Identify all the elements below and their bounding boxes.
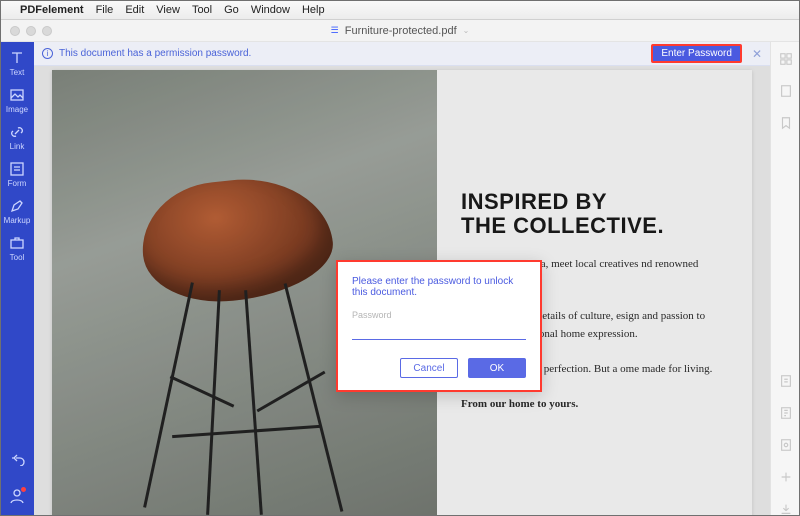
notification-dot [21, 487, 26, 492]
page-panel-icon[interactable] [779, 84, 793, 98]
document-name: Furniture-protected.pdf [345, 25, 457, 37]
tool-form-label: Form [8, 179, 27, 188]
attachment-icon[interactable] [779, 374, 793, 388]
enter-password-button[interactable]: Enter Password [651, 44, 742, 63]
app-name[interactable]: PDFelement [20, 4, 84, 16]
add-panel-icon[interactable] [779, 470, 793, 484]
toolbox-icon [9, 235, 25, 251]
link-icon [9, 124, 25, 140]
tool-link[interactable]: Link [9, 124, 25, 151]
menu-edit[interactable]: Edit [125, 4, 144, 16]
cancel-button[interactable]: Cancel [400, 358, 458, 378]
search-panel-icon[interactable] [779, 438, 793, 452]
tool-markup[interactable]: Markup [4, 198, 31, 225]
permission-message: This document has a permission password. [59, 48, 251, 59]
menu-file[interactable]: File [96, 4, 114, 16]
workspace: Text Image Link Form Markup Tool [0, 42, 800, 516]
left-sidebar: Text Image Link Form Markup Tool [0, 42, 34, 516]
info-icon: i [42, 48, 53, 59]
window-close[interactable] [10, 26, 20, 36]
tool-text-label: Text [10, 68, 25, 77]
thumbnails-icon[interactable] [779, 52, 793, 66]
banner-close-icon[interactable]: ✕ [752, 47, 762, 61]
right-sidebar [770, 42, 800, 516]
tool-link-label: Link [10, 142, 25, 151]
window-titlebar: ☰ Furniture-protected.pdf ⌄ [0, 20, 800, 42]
account-button[interactable] [9, 488, 25, 506]
tool-image-label: Image [6, 105, 28, 114]
menu-view[interactable]: View [156, 4, 180, 16]
export-panel-icon[interactable] [779, 502, 793, 516]
menu-go[interactable]: Go [224, 4, 239, 16]
tool-more[interactable]: Tool [9, 235, 25, 262]
password-prompt: Please enter the password to unlock this… [352, 276, 526, 298]
image-icon [9, 87, 25, 103]
undo-icon [9, 450, 25, 466]
text-icon [9, 50, 25, 66]
password-field-label: Password [352, 310, 526, 320]
bookmark-icon[interactable] [779, 116, 793, 130]
permission-banner: i This document has a permission passwor… [34, 42, 770, 66]
password-dialog: Please enter the password to unlock this… [336, 260, 542, 392]
menu-help[interactable]: Help [302, 4, 325, 16]
undo-button[interactable] [9, 450, 25, 468]
tool-markup-label: Markup [4, 216, 31, 225]
document-title: ☰ Furniture-protected.pdf ⌄ [331, 25, 470, 37]
title-dropdown-icon[interactable]: ⌄ [463, 26, 470, 35]
mac-menubar: PDFelement File Edit View Tool Go Window… [0, 0, 800, 20]
menu-tool[interactable]: Tool [192, 4, 212, 16]
ok-button[interactable]: OK [468, 358, 526, 378]
window-minimize[interactable] [26, 26, 36, 36]
traffic-lights [0, 26, 52, 36]
center-area: i This document has a permission passwor… [34, 42, 770, 516]
form-icon [9, 161, 25, 177]
tool-form[interactable]: Form [8, 161, 27, 188]
tool-text[interactable]: Text [9, 50, 25, 77]
comment-panel-icon[interactable] [779, 406, 793, 420]
pdf-icon: ☰ [331, 25, 339, 36]
password-input[interactable] [352, 322, 526, 340]
tool-image[interactable]: Image [6, 87, 28, 114]
window-zoom[interactable] [42, 26, 52, 36]
markup-icon [9, 198, 25, 214]
tool-more-label: Tool [10, 253, 25, 262]
menu-window[interactable]: Window [251, 4, 290, 16]
